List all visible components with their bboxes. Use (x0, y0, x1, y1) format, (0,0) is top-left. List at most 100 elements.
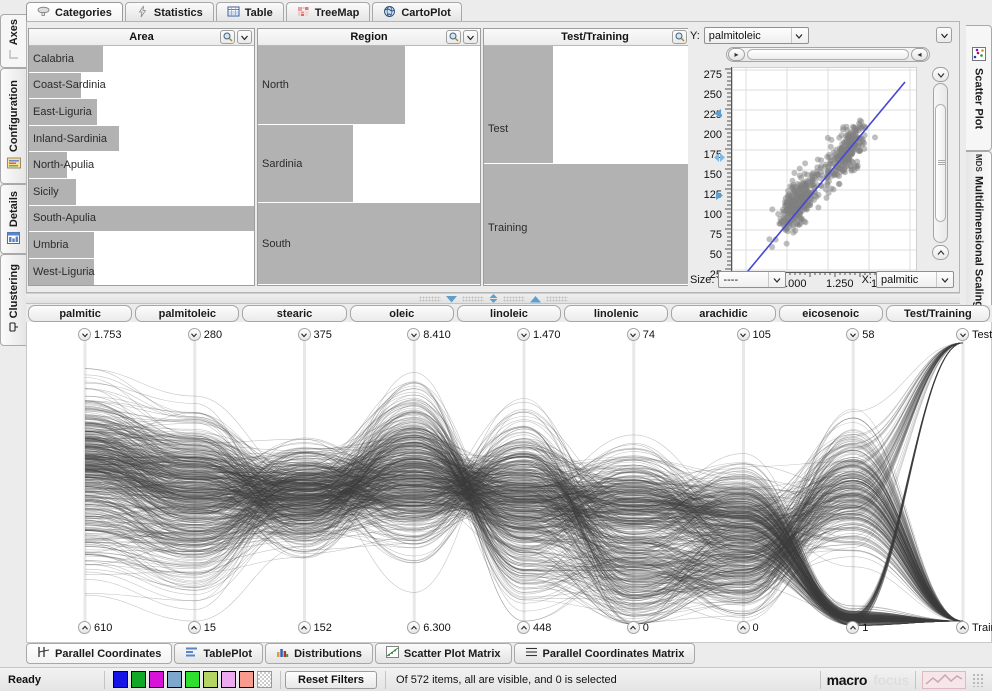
y-range-marker-mid[interactable] (714, 153, 725, 165)
list-item[interactable]: Inland-Sardinia (29, 126, 119, 153)
list-item[interactable]: Sardinia (258, 125, 353, 203)
y-scroll-down-button[interactable] (932, 245, 949, 260)
collapse-down-icon[interactable] (446, 295, 457, 303)
list-item[interactable]: Test (484, 46, 553, 164)
chevron-down-icon[interactable] (298, 328, 311, 341)
chevron-up-icon[interactable] (956, 621, 969, 634)
tab-tableplot[interactable]: TablePlot (174, 643, 263, 664)
chevron-up-icon[interactable] (298, 621, 311, 634)
rightpanel-tab-scatter-plot[interactable]: Scatter Plot (966, 25, 992, 151)
tab-table[interactable]: Table (216, 2, 284, 22)
chevron-down-icon[interactable] (237, 30, 252, 44)
y-range-marker-bottom[interactable] (714, 191, 723, 203)
list-item[interactable]: North-Apulia (29, 152, 67, 179)
chevron-up-icon[interactable] (407, 621, 420, 634)
list-item[interactable]: Umbria (29, 232, 94, 259)
color-swatch[interactable] (221, 671, 236, 688)
scatter-plot-canvas[interactable] (732, 67, 917, 272)
pc-axis-min-marker[interactable]: 0 (737, 621, 759, 634)
tab-scatter-plot-matrix[interactable]: Scatter Plot Matrix (375, 643, 512, 664)
pc-axis-header[interactable]: linolenic (564, 305, 668, 322)
tab-distributions[interactable]: Distributions (265, 643, 373, 664)
pc-axis-min-marker[interactable]: 0 (627, 621, 649, 634)
pc-axis-min-marker[interactable]: 152 (298, 621, 332, 634)
tab-parallel-coordinates-matrix[interactable]: Parallel Coordinates Matrix (514, 643, 696, 664)
chevron-down-icon[interactable] (463, 30, 478, 44)
chevron-up-icon[interactable] (517, 621, 530, 634)
scrollbar-right-button[interactable]: ▸ (728, 48, 745, 61)
sidebar-tab-clustering[interactable]: Clustering (0, 254, 26, 346)
pc-axis-min-marker[interactable]: 1 (846, 621, 868, 634)
pc-axis-header[interactable]: palmitic (28, 305, 132, 322)
tab-cartoplot[interactable]: CartoPlot (372, 2, 462, 22)
pc-canvas[interactable]: 1.7532803758.4101.4707410558Test 6101515… (26, 322, 992, 643)
color-swatch[interactable] (113, 671, 128, 688)
sidebar-tab-details[interactable]: Details (0, 184, 26, 254)
pc-axis-max-marker[interactable]: 74 (627, 328, 655, 341)
pc-axis-max-marker[interactable]: Test (956, 328, 992, 341)
tab-treemap[interactable]: TreeMap (286, 2, 371, 22)
chevron-down-icon[interactable] (846, 328, 859, 341)
chevron-up-icon[interactable] (737, 621, 750, 634)
tab-statistics[interactable]: Statistics (125, 2, 214, 22)
list-item[interactable]: Calabria (29, 46, 103, 73)
expand-both-icon[interactable] (489, 294, 498, 303)
color-swatch[interactable] (131, 671, 146, 688)
color-swatch[interactable] (203, 671, 218, 688)
list-item[interactable]: Coast-Sardinia (29, 73, 81, 100)
no-color-swatch[interactable] (257, 671, 272, 688)
list-item[interactable]: Sicily (29, 179, 76, 206)
list-item[interactable]: North (258, 46, 405, 125)
chevron-up-icon[interactable] (627, 621, 640, 634)
y-axis-combo[interactable]: palmitoleic (704, 27, 809, 44)
sidebar-tab-axes[interactable]: Axes (0, 14, 26, 68)
size-combo[interactable]: ---- (718, 271, 786, 288)
y-range-marker-top[interactable] (714, 109, 723, 121)
list-item[interactable]: East-Liguria (29, 99, 97, 126)
pc-axis-header[interactable]: oleic (350, 305, 454, 322)
pc-axis-max-marker[interactable]: 58 (846, 328, 874, 341)
magnifier-icon[interactable] (446, 30, 461, 44)
chevron-down-icon[interactable] (407, 328, 420, 341)
x-axis-combo[interactable]: palmitic (876, 271, 954, 288)
list-item[interactable]: Training (484, 164, 706, 284)
list-item[interactable]: South (258, 203, 480, 284)
y-range-scrollbar[interactable] (933, 83, 948, 243)
pc-axis-min-marker[interactable]: 448 (517, 621, 551, 634)
pc-axis-header[interactable]: stearic (242, 305, 346, 322)
scatter-options-button[interactable] (936, 27, 952, 43)
chevron-up-icon[interactable] (846, 621, 859, 634)
color-swatch[interactable] (239, 671, 254, 688)
pc-axis-max-marker[interactable]: 8.410 (407, 328, 451, 341)
scrollbar-left-button[interactable]: ◂ (911, 48, 928, 61)
pc-axis-max-marker[interactable]: 105 (737, 328, 771, 341)
chevron-down-icon[interactable] (627, 328, 640, 341)
pc-axis-min-marker[interactable]: 15 (188, 621, 216, 634)
color-swatch[interactable] (149, 671, 164, 688)
reset-filters-button[interactable]: Reset Filters (285, 671, 377, 689)
chevron-down-icon[interactable] (188, 328, 201, 341)
pc-axis-min-marker[interactable]: 610 (78, 621, 112, 634)
pc-axis-header[interactable]: linoleic (457, 305, 561, 322)
y-scroll-up-button[interactable] (932, 67, 949, 82)
pc-axis-max-marker[interactable]: 1.470 (517, 328, 561, 341)
color-swatch[interactable] (185, 671, 200, 688)
chevron-up-icon[interactable] (188, 621, 201, 634)
chevron-down-icon[interactable] (78, 328, 91, 341)
list-item[interactable]: West-Liguria (29, 259, 94, 286)
chevron-down-icon[interactable] (956, 328, 969, 341)
magnifier-icon[interactable] (220, 30, 235, 44)
scrollbar-thumb[interactable] (747, 49, 909, 60)
resize-grip[interactable] (972, 673, 984, 687)
chevron-down-icon[interactable] (517, 328, 530, 341)
pc-axis-header[interactable]: Test/Training (886, 305, 990, 322)
magnifier-icon[interactable] (672, 30, 687, 44)
pc-axis-header[interactable]: arachidic (671, 305, 775, 322)
sidebar-tab-configuration[interactable]: Configuration (0, 68, 26, 184)
chevron-down-icon[interactable] (737, 328, 750, 341)
panel-splitter[interactable] (26, 293, 960, 304)
pc-axis-min-marker[interactable]: 6.300 (407, 621, 451, 634)
chevron-up-icon[interactable] (78, 621, 91, 634)
pc-axis-max-marker[interactable]: 1.753 (78, 328, 122, 341)
pc-axis-header[interactable]: palmitoleic (135, 305, 239, 322)
